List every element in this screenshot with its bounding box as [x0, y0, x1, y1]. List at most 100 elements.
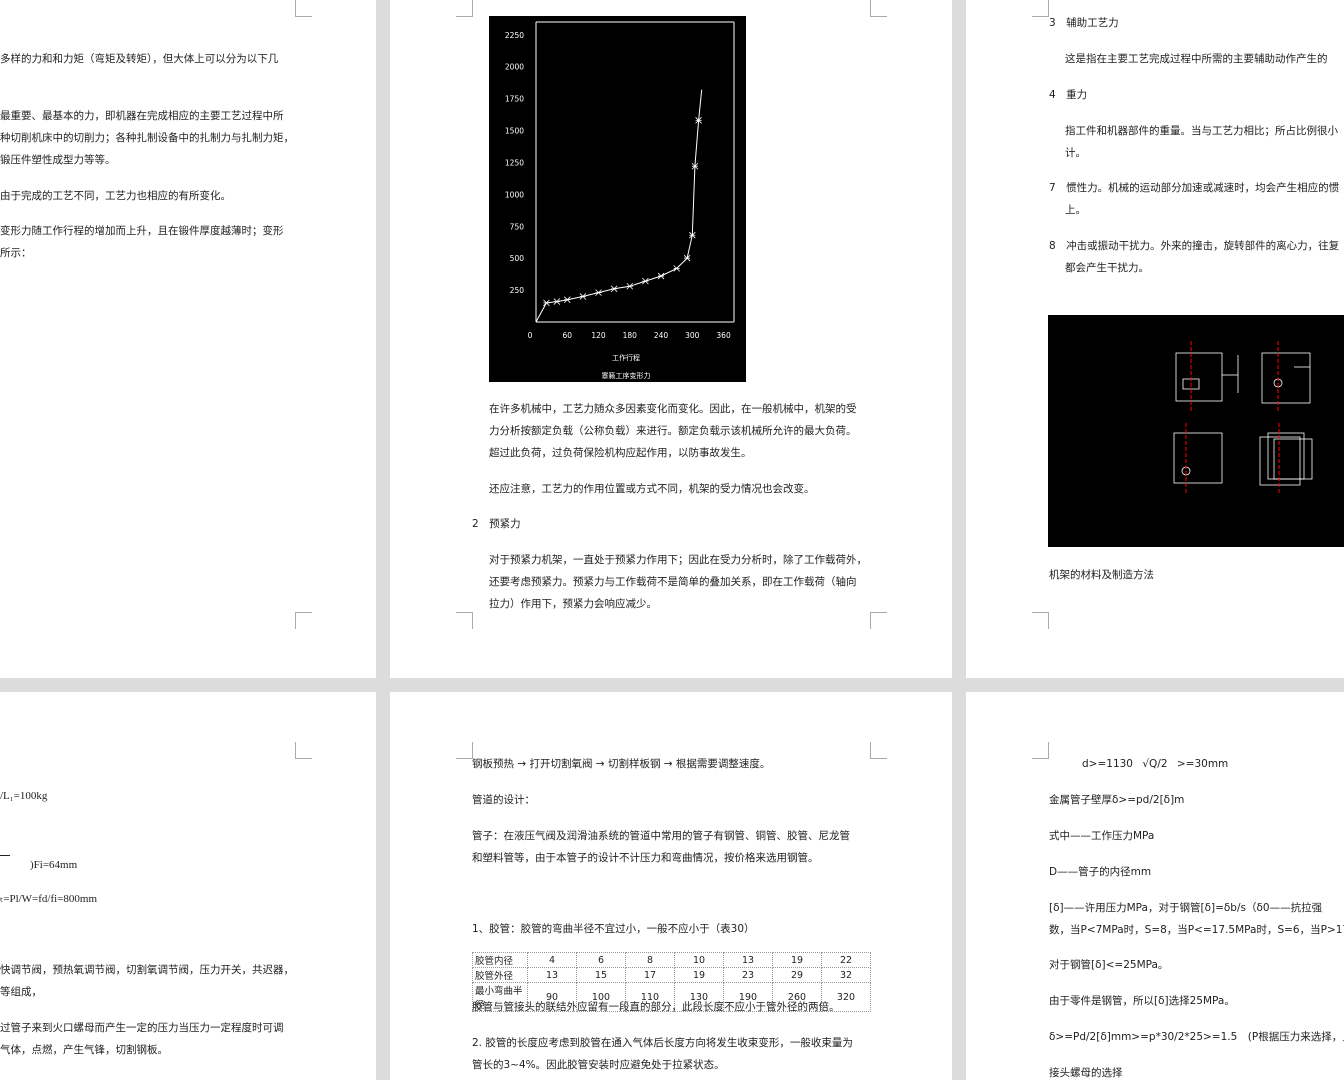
table-cell: 10 — [674, 952, 724, 968]
crop-mark — [456, 0, 473, 17]
formula-line: /L₁=100kg — [0, 790, 48, 802]
table-cell: 22 — [821, 952, 871, 968]
document-page-4: /L₁=100kg )Fi=64mm ₜ=Pl/W=fd/fi=800mm 快调… — [0, 692, 376, 1080]
paragraph-line: 和塑料管等，由于本管子的设计不计压力和弯曲情况，按价格来选用钢管。 — [472, 852, 819, 864]
table-cell: 29 — [772, 967, 822, 983]
paragraph-line: 计。 — [1065, 147, 1086, 159]
text-line: 锻压件塑性成型力等等。 — [0, 154, 116, 166]
document-page-3: 3 辅助工艺力 这是指在主要工艺完成过程中所需的主要辅助动作产生的 4 重力 指… — [966, 0, 1344, 678]
crop-mark — [870, 0, 887, 17]
paragraph-line: 都会产生干扰力。 — [1065, 262, 1149, 274]
document-page-6: d>=1130 √Q/2 >=30mm 金属管子壁厚δ>=pd/2[δ]m 式中… — [966, 692, 1344, 1080]
y-tick-label: 500 — [510, 254, 525, 263]
x-axis-label: 工作行程 — [612, 353, 640, 362]
section-heading: 1、胶管：胶管的弯曲半径不宜过小，一般不应小于（表30） — [472, 923, 755, 935]
paragraph-line: 力分析按额定负载（公称负载）来进行。额定负载示该机械所允许的最大负荷。 — [489, 425, 857, 437]
deformation-force-chart: 0 60 120 180 240 300 360 250 500 750 1000 1250 1500 1… — [489, 16, 746, 382]
x-tick-label: 120 — [591, 331, 606, 340]
figure-background — [1048, 315, 1344, 547]
paragraph-line: 过管子来到火口螺母而产生一定的压力当压力一定程度时可调 — [0, 1022, 284, 1034]
x-tick-label: 360 — [716, 331, 731, 340]
text-line: 变形力随工作行程的增加而上升，且在锻件厚度越薄时；变形 — [0, 225, 284, 237]
row-header: 胶管内径 — [472, 952, 528, 968]
y-tick-label: 1000 — [505, 190, 524, 199]
section-footer-text: 机架的材料及制造方法 — [1049, 569, 1154, 581]
formula-line: 金属管子壁厚δ>=pd/2[δ]m — [1049, 794, 1185, 806]
table-cell: 8 — [625, 952, 675, 968]
x-tick-label: 300 — [685, 331, 700, 340]
paragraph-line: 由于零件是钢管，所以[δ]选择25MPa。 — [1049, 995, 1235, 1007]
paragraph-line: 胶管与管接头的联结外应留有一段直的部分，此段长度不应小于管外径的两倍。 — [472, 1001, 840, 1013]
paragraph-line: 对于预紧力机架，一直处于预紧力作用下；因此在受力分析时，除了工作载荷外， — [489, 554, 867, 566]
crop-mark — [1032, 0, 1049, 17]
table-cell: 17 — [625, 967, 675, 983]
chart-caption: 寨籁工序变形力 — [602, 371, 651, 380]
chart-background — [489, 16, 746, 382]
crop-mark — [295, 612, 312, 629]
y-tick-label: 2000 — [505, 63, 524, 72]
radical-term: √Q/2 — [1142, 758, 1168, 770]
section-heading: 3 辅助工艺力 — [1049, 17, 1119, 29]
paragraph-line: 对于钢管[δ]<=25MPa。 — [1049, 959, 1169, 971]
paragraph-line: 管长的3~4%。因此胶管安装时应避免处于拉紧状态。 — [472, 1059, 725, 1071]
paragraph-line: 在许多机械中，工艺力随众多因素变化而变化。因此，在一般机械中，机架的受 — [489, 403, 857, 415]
section-heading: 2 预紧力 — [472, 518, 521, 530]
x-tick-label: 180 — [623, 331, 638, 340]
table-cell: 13 — [527, 967, 577, 983]
text-line: 多样的力和和力矩（弯矩及转矩），但大体上可以分为以下几 — [0, 53, 279, 65]
section-heading: 管道的设计： — [472, 794, 535, 806]
x-tick-label: 0 — [528, 331, 533, 340]
table-cell: 6 — [576, 952, 626, 968]
table-row: 胶管内径 4 6 8 10 13 19 22 — [472, 952, 871, 968]
text-line: 所示： — [0, 247, 32, 259]
paragraph-line: 2. 胶管的长度应考虑到胶管在通入气体后长度方向将发生收束变形，一般收束量为 — [472, 1037, 853, 1049]
paragraph-line: 拉力）作用下，预紧力会响应减少。 — [489, 598, 657, 610]
paragraph-line: 这是指在主要工艺完成过程中所需的主要辅助动作产生的 — [1065, 53, 1328, 65]
x-tick-label: 60 — [562, 331, 572, 340]
paragraph-line: 气体，点燃，产生气锋，切割钢板。 — [0, 1044, 168, 1056]
y-tick-label: 1250 — [505, 158, 524, 167]
paragraph-line: 数，当P<7MPa时，S=8，当P<=17.5MPa时，S=6，当P>17.5M… — [1049, 924, 1344, 936]
document-page-2: 0 60 120 180 240 300 360 250 500 750 1000 1250 1500 1… — [390, 0, 952, 678]
formula-line: )Fi=64mm — [30, 859, 78, 871]
crop-mark — [1032, 612, 1049, 629]
text-line: 由于完成的工艺不同，工艺力也相应的有所变化。 — [0, 190, 231, 202]
y-tick-label: 1750 — [505, 95, 524, 104]
paragraph-line: δ>=Pd/2[δ]mm>=p*30/2*25>=1.5 (P根据压力来选择，见… — [1049, 1031, 1344, 1043]
x-tick-label: 240 — [654, 331, 669, 340]
table-cell: 4 — [527, 952, 577, 968]
formula-line: D——管子的内径mm — [1049, 866, 1152, 878]
formula-line: ₜ=Pl/W=fd/fi=800mm — [0, 893, 98, 905]
formula-left: d>=1130 — [1082, 758, 1133, 770]
paragraph-line: [δ]——许用压力MPa，对于钢管[δ]=δb/s（δ0——抗拉强 — [1049, 902, 1323, 914]
document-page-1: 多样的力和和力矩（弯矩及转矩），但大体上可以分为以下几 最重要、最基本的力，即机… — [0, 0, 376, 678]
paragraph-line: 7 惯性力。机械的运动部分加速或减速时，均会产生相应的惯 — [1049, 182, 1340, 194]
paragraph-line: 上。 — [1065, 204, 1086, 216]
table-cell: 23 — [723, 967, 773, 983]
paragraph-line: 还要考虑预紧力。预紧力与工作载荷不是简单的叠加关系，即在工作载荷（轴向 — [489, 576, 857, 588]
fraction-bar — [0, 855, 10, 856]
section-heading: 4 重力 — [1049, 89, 1088, 101]
crop-mark — [870, 612, 887, 629]
document-page-5: 钢板预热 → 打开切割氧阀 → 切割样板钢 → 根据需要调整速度。 管道的设计：… — [390, 692, 952, 1080]
process-flow-line: 钢板预热 → 打开切割氧阀 → 切割样板钢 → 根据需要调整速度。 — [472, 758, 771, 770]
paragraph-line: 等组成， — [0, 986, 42, 998]
formula-right: >=30mm — [1176, 758, 1229, 770]
formula-diameter: d>=1130 √Q/2 >=30mm — [1082, 753, 1228, 775]
table-cell: 32 — [821, 967, 871, 983]
y-tick-label: 2250 — [505, 31, 524, 40]
paragraph-line: 管子：在液压气阀及润滑油系统的管道中常用的管子有钢管、铜管、胶管、尼龙管 — [472, 830, 850, 842]
formula-line: 式中——工作压力MPa — [1049, 830, 1155, 842]
paragraph-line: 8 冲击或振动干扰力。外来的撞击，旋转部件的离心力，往复 — [1049, 240, 1340, 252]
crop-mark — [295, 742, 312, 759]
section-heading: 接头螺母的选择 — [1049, 1067, 1123, 1079]
row-header: 胶管外径 — [472, 967, 528, 983]
table-row: 胶管外径 13 15 17 19 23 29 32 — [472, 967, 871, 983]
paragraph-line: 快调节阀，预热氧调节阀，切割氧调节阀，压力开关，共迟器， — [0, 964, 294, 976]
table-cell: 13 — [723, 952, 773, 968]
table-cell: 15 — [576, 967, 626, 983]
table-cell: 19 — [772, 952, 822, 968]
y-tick-label: 250 — [510, 286, 525, 295]
paragraph-line: 指工件和机器部件的重量。当与工艺力相比；所占比例很小 — [1065, 125, 1338, 137]
text-line: 种切削机床中的切削力；各种扎制设备中的扎制力与扎制力矩， — [0, 132, 294, 144]
